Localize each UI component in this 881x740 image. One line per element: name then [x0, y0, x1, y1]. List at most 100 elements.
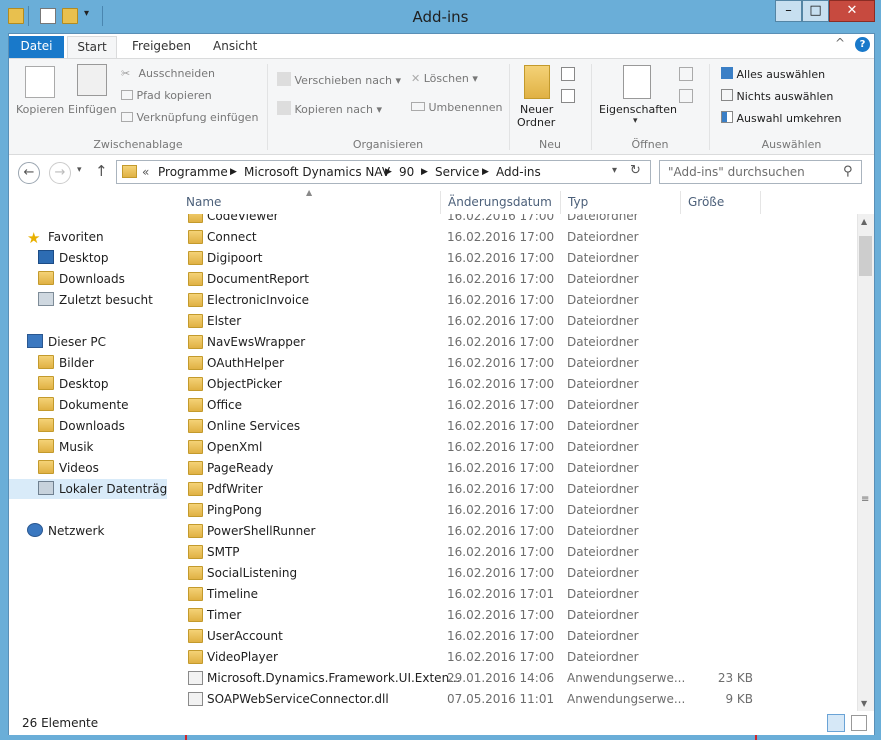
- nav-videos[interactable]: Videos: [38, 458, 99, 478]
- close-button[interactable]: ✕: [829, 0, 875, 22]
- file-row[interactable]: Digipoort 16.02.2016 17:00 Dateiordner: [167, 248, 857, 269]
- file-row[interactable]: Timeline 16.02.2016 17:01 Dateiordner: [167, 584, 857, 605]
- open-icon[interactable]: [679, 67, 693, 81]
- new-folder-button[interactable]: Neuer: [520, 103, 553, 116]
- breadcrumb-separator-icon[interactable]: ▶: [230, 167, 237, 177]
- breadcrumb-separator-icon[interactable]: ▶: [482, 167, 489, 177]
- nav-desktop-pc[interactable]: Desktop: [38, 374, 109, 394]
- nav-music[interactable]: Musik: [38, 437, 94, 457]
- file-row[interactable]: PageReady 16.02.2016 17:00 Dateiordner: [167, 458, 857, 479]
- details-view-icon[interactable]: [827, 714, 845, 732]
- file-row[interactable]: NavEwsWrapper 16.02.2016 17:00 Dateiordner: [167, 332, 857, 353]
- file-row[interactable]: VideoPlayer 16.02.2016 17:00 Dateiordner: [167, 647, 857, 668]
- nav-recent[interactable]: Zuletzt besucht: [38, 290, 153, 310]
- maximize-button[interactable]: □: [802, 0, 829, 22]
- properties-dropdown-icon[interactable]: ▾: [633, 116, 638, 126]
- breadcrumb-overflow[interactable]: «: [142, 165, 149, 179]
- paste-shortcut-button[interactable]: Verknüpfung einfügen: [121, 111, 258, 124]
- help-icon[interactable]: ?: [855, 37, 870, 52]
- new-item-icon[interactable]: [561, 67, 575, 81]
- nav-favorites[interactable]: ★ Favoriten: [27, 227, 104, 247]
- nav-this-pc[interactable]: Dieser PC: [27, 332, 106, 352]
- copy-button[interactable]: Kopieren: [16, 103, 64, 116]
- file-row[interactable]: OAuthHelper 16.02.2016 17:00 Dateiordner: [167, 353, 857, 374]
- nav-local-disk[interactable]: Lokaler Datenträger: [9, 479, 180, 499]
- edit-icon[interactable]: [679, 89, 693, 103]
- properties-button[interactable]: Eigenschaften: [599, 103, 677, 116]
- rename-button[interactable]: Umbenennen: [411, 101, 502, 114]
- breadcrumb-addins[interactable]: Add-ins: [496, 165, 541, 179]
- scroll-down-icon[interactable]: ▼: [861, 699, 867, 708]
- breadcrumb-separator-icon[interactable]: ▶: [385, 167, 392, 177]
- back-button[interactable]: ←: [18, 162, 40, 184]
- title-bar[interactable]: ▾ Add-ins – □ ✕: [0, 0, 881, 33]
- delete-button[interactable]: ✕ Löschen ▾: [411, 72, 478, 85]
- breadcrumb-nav[interactable]: Microsoft Dynamics NAV: [244, 165, 390, 179]
- file-row[interactable]: PingPong 16.02.2016 17:00 Dateiordner: [167, 500, 857, 521]
- select-none-button[interactable]: Nichts auswählen: [721, 89, 833, 103]
- easy-access-icon[interactable]: [561, 89, 575, 103]
- file-row[interactable]: ElectronicInvoice 16.02.2016 17:00 Dateior…: [167, 290, 857, 311]
- breadcrumb-service[interactable]: Service: [435, 165, 479, 179]
- file-rows: CodeViewer 16.02.2016 17:00 Dateiordner Con…: [167, 214, 857, 711]
- minimize-button[interactable]: –: [775, 0, 802, 22]
- scroll-up-icon[interactable]: ▲: [861, 217, 867, 226]
- file-row[interactable]: Elster 16.02.2016 17:00 Dateiordner: [167, 311, 857, 332]
- breadcrumb-separator-icon[interactable]: ▶: [421, 167, 428, 177]
- column-header-name[interactable]: Name: [179, 191, 441, 214]
- scrollbar-thumb[interactable]: [859, 236, 872, 276]
- tab-datei[interactable]: Datei: [9, 36, 64, 58]
- forward-button[interactable]: →: [49, 162, 71, 184]
- search-icon[interactable]: ⚲: [843, 164, 853, 179]
- file-row[interactable]: OpenXml 16.02.2016 17:00 Dateiordner: [167, 437, 857, 458]
- large-icons-view-icon[interactable]: [851, 715, 867, 731]
- file-row[interactable]: Online Services 16.02.2016 17:00 Dateiordn…: [167, 416, 857, 437]
- move-to-button[interactable]: Verschieben nach ▾: [277, 72, 401, 87]
- file-date: 16.02.2016 17:00: [447, 398, 555, 412]
- file-row[interactable]: SocialListening 16.02.2016 17:00 Dateiordn…: [167, 563, 857, 584]
- invert-selection-button[interactable]: Auswahl umkehren: [721, 111, 841, 125]
- address-dropdown-icon[interactable]: ▾: [612, 165, 617, 176]
- nav-pictures[interactable]: Bilder: [38, 353, 94, 373]
- file-row[interactable]: DocumentReport 16.02.2016 17:00 Dateiordne…: [167, 269, 857, 290]
- select-all-button[interactable]: Alles auswählen: [721, 67, 825, 81]
- nav-network[interactable]: Netzwerk: [27, 521, 104, 541]
- file-row[interactable]: SOAPWebServiceConnector.dll 07.05.2016 11…: [167, 689, 857, 710]
- column-header-size[interactable]: Größe: [681, 191, 761, 214]
- breadcrumb-programme[interactable]: Programme: [158, 165, 228, 179]
- breadcrumb-90[interactable]: 90: [399, 165, 414, 179]
- file-row[interactable]: PowerShellRunner 16.02.2016 17:00 Dateiord…: [167, 521, 857, 542]
- file-row[interactable]: PdfWriter 16.02.2016 17:00 Dateiordner: [167, 479, 857, 500]
- nav-documents[interactable]: Dokumente: [38, 395, 129, 415]
- column-header-type[interactable]: Typ: [561, 191, 681, 214]
- address-bar[interactable]: « Programme ▶ Microsoft Dynamics NAV ▶ 9…: [116, 160, 651, 184]
- recent-locations-icon[interactable]: ▾: [77, 165, 82, 175]
- file-row[interactable]: Office 16.02.2016 17:00 Dateiordner: [167, 395, 857, 416]
- tab-ansicht[interactable]: Ansicht: [201, 36, 269, 58]
- file-row[interactable]: Connect 16.02.2016 17:00 Dateiordner: [167, 227, 857, 248]
- up-button[interactable]: ↑: [95, 162, 108, 180]
- file-row[interactable]: Timer 16.02.2016 17:00 Dateiordner: [167, 605, 857, 626]
- paste-button[interactable]: Einfügen: [68, 103, 117, 116]
- file-date: 16.02.2016 17:00: [447, 335, 555, 349]
- nav-desktop-fav[interactable]: Desktop: [38, 248, 109, 268]
- tab-start[interactable]: Start: [67, 36, 117, 58]
- file-row[interactable]: SMTP 16.02.2016 17:00 Dateiordner: [167, 542, 857, 563]
- refresh-icon[interactable]: ↻: [630, 163, 641, 178]
- collapse-ribbon-icon[interactable]: ^: [835, 36, 845, 50]
- search-input[interactable]: "Add-ins" durchsuchen ⚲: [659, 160, 862, 184]
- file-row[interactable]: CodeViewer 16.02.2016 17:00 Dateiordner: [167, 214, 857, 227]
- file-row[interactable]: Microsoft.Dynamics.Framework.UI.Exten...…: [167, 668, 857, 689]
- folder-icon: [188, 608, 203, 622]
- vertical-scrollbar[interactable]: [857, 214, 874, 711]
- file-row[interactable]: ObjectPicker 16.02.2016 17:00 Dateiordner: [167, 374, 857, 395]
- column-header-date[interactable]: Änderungsdatum: [441, 191, 561, 214]
- cut-button[interactable]: ✂ Ausschneiden: [121, 67, 215, 81]
- nav-downloads-pc[interactable]: Downloads: [38, 416, 125, 436]
- tab-freigeben[interactable]: Freigeben: [120, 36, 203, 58]
- file-row[interactable]: UserAccount 16.02.2016 17:00 Dateiordner: [167, 626, 857, 647]
- status-bar: 26 Elemente: [9, 711, 874, 735]
- nav-downloads-fav[interactable]: Downloads: [38, 269, 125, 289]
- copy-to-button[interactable]: Kopieren nach ▾: [277, 101, 382, 116]
- copy-path-button[interactable]: Pfad kopieren: [121, 89, 212, 102]
